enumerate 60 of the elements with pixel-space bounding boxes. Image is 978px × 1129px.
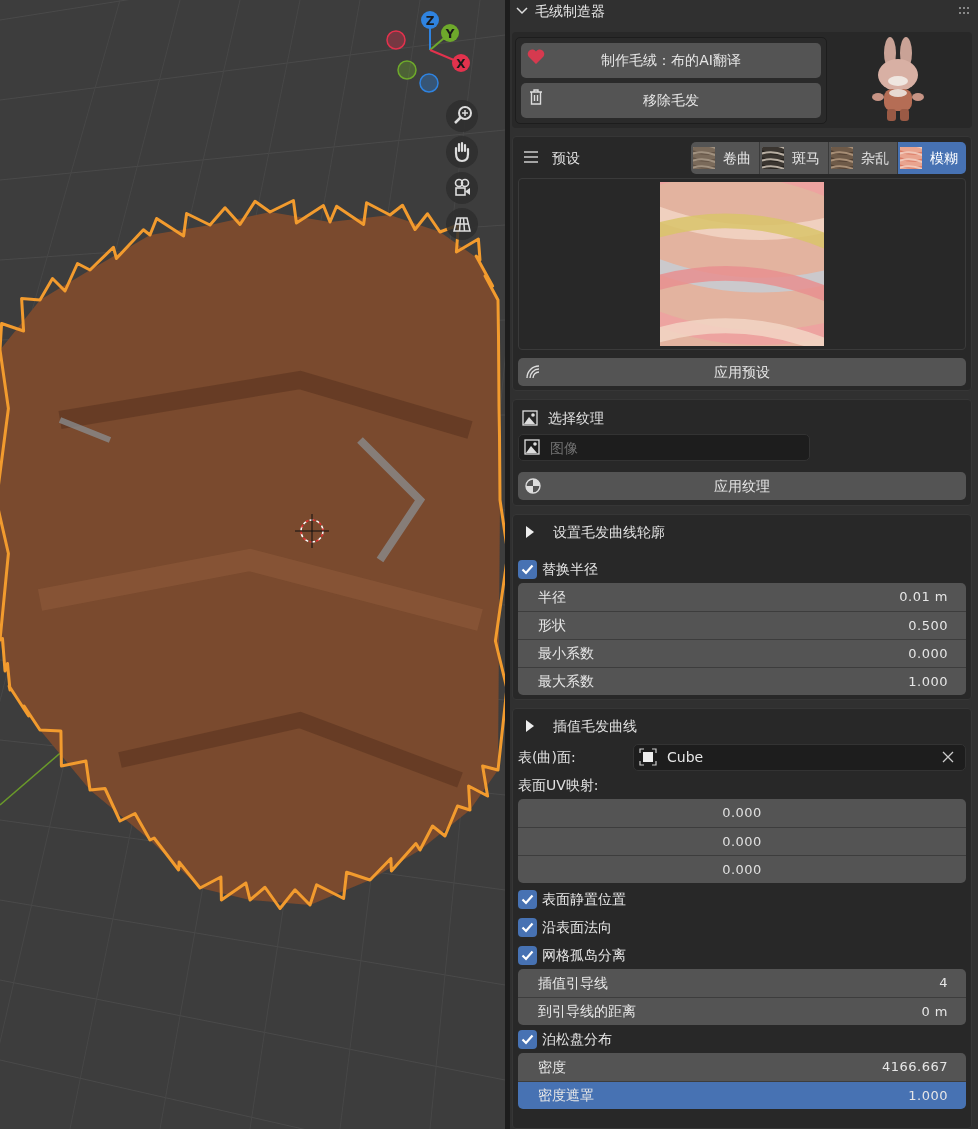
- checkbox[interactable]: [518, 945, 537, 965]
- number-field[interactable]: 半径 0.01 m: [518, 583, 966, 611]
- button[interactable]: 应用纹理: [518, 472, 966, 500]
- number-field[interactable]: 0.000: [518, 827, 966, 855]
- axis-handle[interactable]: [397, 60, 417, 80]
- axis-handle[interactable]: [419, 73, 439, 93]
- preset-tab[interactable]: 杂乱: [828, 142, 897, 174]
- section-title: 插值毛发曲线: [553, 716, 637, 736]
- waves-icon: [524, 363, 542, 381]
- close-icon[interactable]: [942, 751, 954, 763]
- checkbox[interactable]: [518, 1029, 537, 1049]
- axis-handle[interactable]: X: [429, 49, 470, 72]
- button[interactable]: 应用预设: [518, 358, 966, 386]
- field-label: 表面UV映射:: [517, 775, 600, 795]
- checkbox-label: 表面静置位置: [542, 889, 626, 909]
- number-field[interactable]: 0.000: [518, 799, 966, 827]
- image-field[interactable]: 图像: [518, 434, 810, 461]
- field-value: Cube: [667, 747, 705, 767]
- checkbox[interactable]: [518, 889, 537, 909]
- number-field[interactable]: 最大系数 1.000: [518, 667, 966, 695]
- trash-icon: [527, 87, 545, 106]
- number-field[interactable]: 密度 4166.667: [518, 1053, 966, 1081]
- cursor-icon: [294, 513, 330, 549]
- number-field[interactable]: 到引导线的距离 0 m: [518, 997, 966, 1025]
- checkbox[interactable]: [518, 559, 537, 579]
- axis-handle[interactable]: [386, 30, 406, 50]
- shading-icon: [524, 477, 542, 495]
- camera-icon[interactable]: [446, 172, 478, 204]
- number-field[interactable]: 0.000: [518, 855, 966, 883]
- panel-title: 毛绒制造器: [535, 1, 606, 21]
- field-label: 表(曲)面:: [518, 747, 577, 767]
- checkbox-label: 网格孤岛分离: [542, 945, 626, 965]
- object-field[interactable]: Cube: [633, 743, 966, 771]
- image-icon: [522, 410, 538, 426]
- preset-tab[interactable]: 模糊: [897, 142, 966, 174]
- menu-icon[interactable]: [524, 151, 540, 165]
- button[interactable]: 制作毛绒：布的AI翻译: [521, 42, 821, 78]
- grip-icon[interactable]: [959, 7, 969, 15]
- hand-icon[interactable]: [446, 136, 478, 168]
- image-icon: [524, 439, 540, 455]
- checkbox-label: 沿表面法向: [542, 917, 612, 937]
- grid-icon[interactable]: [446, 208, 478, 240]
- button[interactable]: 移除毛发: [521, 82, 821, 118]
- checkbox-label: 泊松盘分布: [542, 1029, 612, 1049]
- checkbox[interactable]: [518, 917, 537, 937]
- zoom-icon[interactable]: [446, 100, 478, 132]
- preset-tab[interactable]: 斑马: [759, 142, 828, 174]
- number-field[interactable]: 最小系数 0.000: [518, 639, 966, 667]
- section-title: 设置毛发曲线轮廓: [553, 522, 665, 542]
- section-label: 预设: [552, 148, 581, 168]
- preset-tab[interactable]: 卷曲: [691, 142, 759, 174]
- object-icon: [639, 748, 657, 766]
- axis-handle[interactable]: Z: [421, 11, 439, 51]
- checkbox-label: 替换半径: [542, 559, 598, 579]
- number-field[interactable]: 密度遮罩 1.000: [518, 1081, 966, 1109]
- heart-icon: [527, 47, 545, 66]
- axis-handle[interactable]: Y: [429, 24, 459, 51]
- number-field[interactable]: 形状 0.500: [518, 611, 966, 639]
- number-field[interactable]: 插值引导线 4: [518, 969, 966, 997]
- section-label: 选择纹理: [548, 408, 604, 428]
